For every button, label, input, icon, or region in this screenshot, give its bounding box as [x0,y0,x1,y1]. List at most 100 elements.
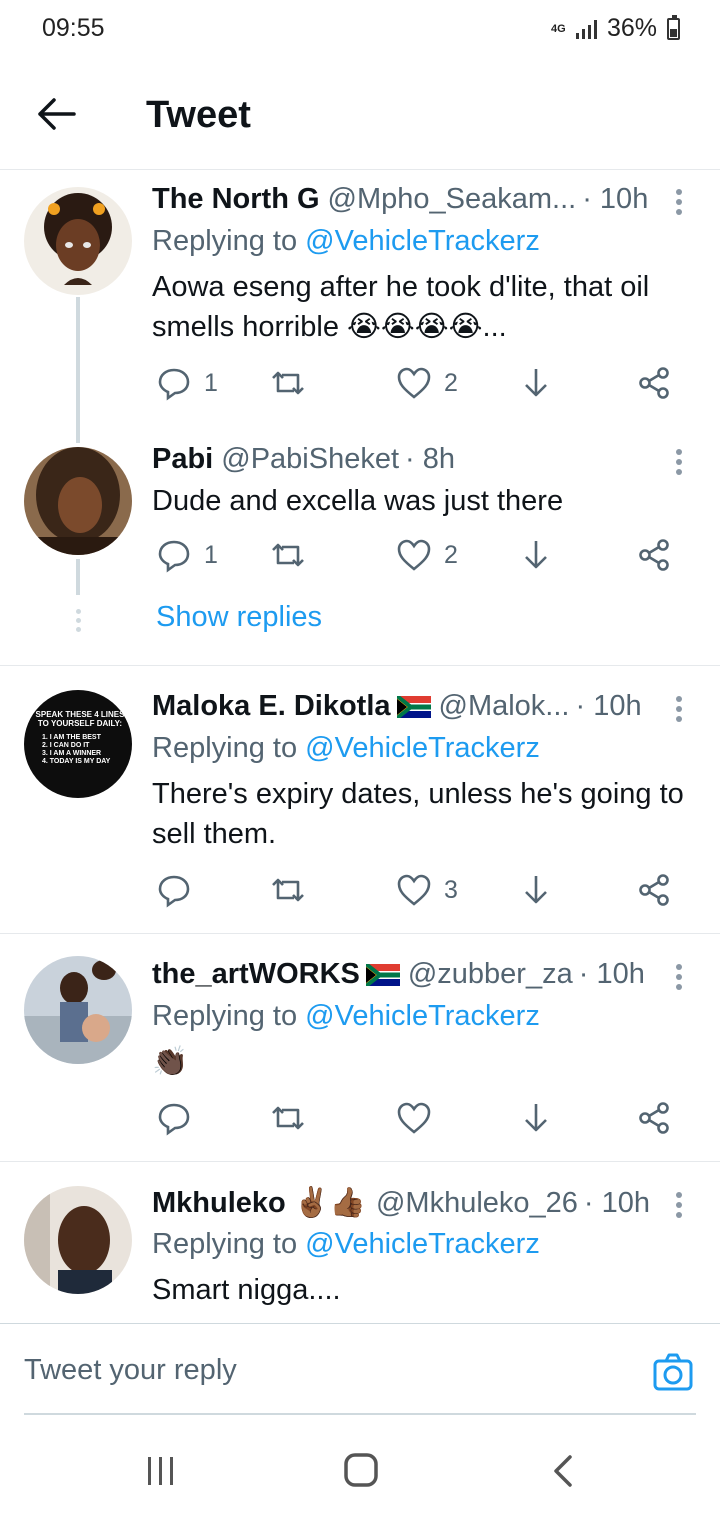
more-icon[interactable] [674,449,684,479]
like-icon [397,367,431,399]
more-icon[interactable] [674,189,684,219]
like-button[interactable]: 2 [396,535,458,575]
share-button[interactable] [636,870,672,910]
tweet-time: · 10h [582,183,649,215]
tweet-item[interactable]: SPEAK THESE 4 LINES TO YOURSELF DAILY: 1… [0,666,720,932]
bookmark-button[interactable] [518,870,554,910]
share-icon [639,874,669,906]
app-header: Tweet [0,62,720,170]
tweet-item[interactable]: the_artWORKS @zubber_za · 10h Replying t… [0,934,720,1160]
avatar[interactable] [24,956,132,1064]
avatar-text-5: 3. I AM A WINNER [42,750,102,757]
user-handle[interactable]: @zubber_za [408,958,573,991]
reply-icon [158,368,190,401]
replying-to-link[interactable]: @VehicleTrackerz [305,1000,540,1032]
like-count: 3 [444,875,458,904]
like-button[interactable] [396,1098,432,1138]
retweet-button[interactable] [270,535,306,575]
reply-icon [158,875,190,908]
thread-line [76,297,80,443]
tweet-text: Dude and excella was just there [152,485,564,517]
reply-button[interactable] [156,1098,192,1138]
avatar[interactable] [24,187,132,295]
avatar-text-4: 2. I CAN DO IT [42,742,90,749]
user-handle[interactable]: @Mpho_Seakam... [328,183,577,216]
user-handle[interactable]: @Malok... [439,690,570,723]
display-name[interactable]: Mkhuleko [152,1187,286,1220]
user-handle[interactable]: @PabiSheket [221,443,399,476]
retweet-button[interactable] [270,1098,306,1138]
recents-icon[interactable] [136,1451,186,1491]
page-title: Tweet [146,94,251,136]
avatar[interactable]: SPEAK THESE 4 LINES TO YOURSELF DAILY: 1… [24,690,132,798]
retweet-icon [272,371,304,395]
share-icon [639,367,669,399]
battery-percent: 36% [606,14,657,42]
like-icon [397,1102,431,1134]
bookmark-icon [525,876,547,904]
thread-dots [74,609,82,636]
replying-to-link[interactable]: @VehicleTrackerz [305,225,540,257]
retweet-button[interactable] [270,870,306,910]
reply-button[interactable]: 1 [156,363,218,403]
bookmark-button[interactable] [518,535,554,575]
like-button[interactable]: 3 [396,870,458,910]
tweet-time: · 10h [578,958,645,990]
home-icon[interactable] [336,1451,386,1491]
replying-to-link[interactable]: @VehicleTrackerz [305,732,540,764]
retweet-icon [272,1106,304,1130]
more-icon[interactable] [674,964,684,994]
replying-to-label: Replying to [152,1000,298,1032]
reply-button[interactable]: 1 [156,535,218,575]
like-button[interactable]: 2 [396,363,458,403]
avatar-text-6: 4. TODAY IS MY DAY [42,758,111,765]
display-name[interactable]: the_artWORKS [152,958,360,991]
retweet-button[interactable] [270,363,306,403]
share-button[interactable] [636,535,672,575]
replying-to-link[interactable]: @VehicleTrackerz [305,1228,540,1260]
more-icon[interactable] [674,1192,684,1222]
display-name[interactable]: The North G [152,183,320,216]
bookmark-button[interactable] [518,363,554,403]
bookmark-button[interactable] [518,1098,554,1138]
replying-to-label: Replying to [152,732,298,764]
camera-icon[interactable] [652,1352,694,1392]
tweet-item[interactable]: Pabi @PabiSheket · 8h Dude and excella w… [0,443,720,663]
like-icon [397,874,431,906]
thread-line [76,559,80,595]
display-name[interactable]: Pabi [152,443,213,476]
show-replies-link[interactable]: Show replies [156,601,322,634]
reply-button[interactable] [156,870,192,910]
battery-icon [667,14,680,40]
back-nav-icon[interactable] [540,1451,590,1491]
replying-to: Replying to @VehicleTrackerz [152,1228,540,1261]
tweet-header: Pabi @PabiSheket · 8h [152,443,650,476]
user-handle[interactable]: @Mkhuleko_26 [376,1187,578,1220]
tweet-time: · 10h [575,690,642,722]
tweet-actions: 1 2 [152,363,692,403]
tweet-actions: 3 [152,870,692,910]
south-africa-flag-icon [396,695,431,718]
more-icon[interactable] [674,696,684,726]
display-name[interactable]: Maloka E. Dikotla [152,690,391,723]
reply-icon [158,540,190,573]
reply-input[interactable] [24,1354,584,1387]
retweet-icon [272,878,304,902]
tweet-header: The North G @Mpho_Seakam... · 10h [152,183,650,216]
share-button[interactable] [636,363,672,403]
tweet-actions: 1 2 [152,535,692,575]
reply-icon [158,1103,190,1136]
tweet-actions [152,1098,692,1138]
tweet-item[interactable]: The North G @Mpho_Seakam... · 10h Replyi… [0,171,720,443]
tweet-header: Mkhuleko ✌🏾👍🏾 @Mkhuleko_26 · 10h [152,1186,650,1220]
avatar[interactable] [24,447,132,555]
reply-feed[interactable]: The North G @Mpho_Seakam... · 10h Replyi… [0,171,720,1323]
back-arrow-icon[interactable] [34,92,78,136]
system-nav-bar [0,1415,720,1520]
avatar-text-3: 1. I AM THE BEST [42,734,101,741]
tweet-item[interactable]: Mkhuleko ✌🏾👍🏾 @Mkhuleko_26 · 10h Replyin… [0,1162,720,1323]
tweet-text: Smart nigga.... [152,1274,341,1306]
share-icon [639,1102,669,1134]
share-button[interactable] [636,1098,672,1138]
avatar[interactable] [24,1186,132,1294]
